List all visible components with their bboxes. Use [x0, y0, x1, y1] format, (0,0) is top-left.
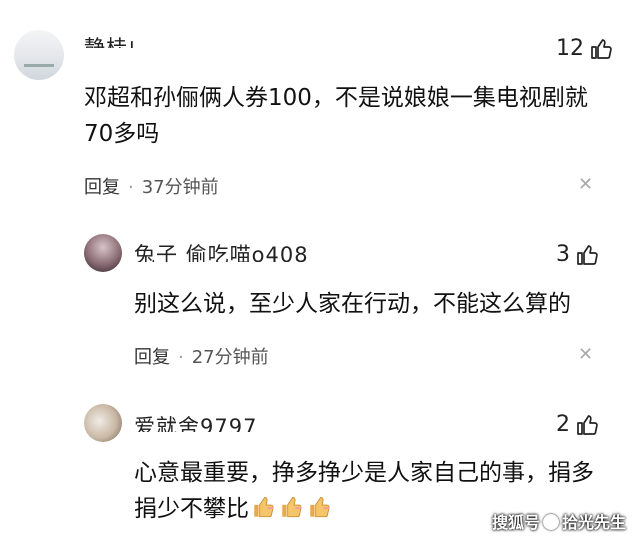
avatar[interactable]: [84, 234, 122, 272]
watermark-author: 拾光先生: [561, 513, 626, 532]
separator: ·: [128, 177, 134, 198]
timestamp: 37分钟前: [141, 177, 219, 198]
timestamp: 27分钟前: [191, 347, 269, 368]
close-icon[interactable]: ✕: [578, 344, 593, 365]
watermark: 搜狐号 拾光先生: [492, 509, 626, 533]
separator: ·: [178, 347, 184, 368]
like-control[interactable]: 12: [556, 36, 614, 61]
comment-username[interactable]: 爱就舍9797: [134, 412, 257, 432]
avatar[interactable]: [84, 404, 122, 442]
reply-button[interactable]: 回复: [134, 347, 170, 368]
thumbs-up-icon: [251, 494, 277, 531]
comment-username[interactable]: 静桂∟: [84, 28, 147, 48]
close-icon[interactable]: ✕: [578, 174, 593, 195]
like-count: 12: [556, 36, 584, 61]
comment-username[interactable]: 兔子 偷吃喵o408: [134, 238, 309, 262]
like-control[interactable]: 2: [556, 412, 600, 437]
comment-text: 邓超和孙俪俩人券100，不是说娘娘一集电视剧就70多吗: [84, 85, 588, 147]
like-count: 3: [556, 242, 570, 267]
thumbs-up-icon: [307, 494, 333, 531]
avatar[interactable]: [14, 30, 64, 80]
thumbs-up-icon[interactable]: [576, 413, 600, 437]
thumbs-up-icon: [279, 494, 305, 531]
thumbs-up-icon[interactable]: [576, 243, 600, 267]
like-count: 2: [556, 412, 570, 437]
thumbs-up-icon[interactable]: [590, 37, 614, 61]
comment-meta: 回复 · 27分钟前: [134, 343, 269, 369]
reply-button[interactable]: 回复: [84, 177, 120, 198]
watermark-source: 搜狐号: [491, 513, 540, 532]
author-avatar-icon: [542, 514, 559, 530]
like-control[interactable]: 3: [556, 242, 600, 267]
comment-text: 别这么说，至少人家在行动，不能这么算的: [134, 291, 571, 317]
comment-meta: 回复 · 37分钟前: [84, 173, 219, 199]
